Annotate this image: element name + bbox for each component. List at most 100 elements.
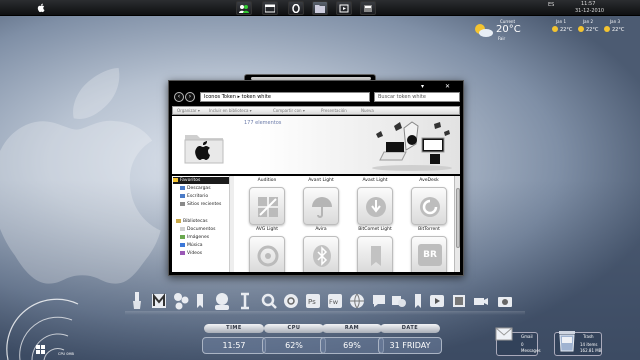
globe-icon[interactable] xyxy=(349,292,365,310)
breadcrumb-current[interactable]: token white xyxy=(242,94,271,100)
forward-button[interactable]: › xyxy=(185,92,195,102)
users-icon xyxy=(239,5,249,13)
media-player-icon[interactable] xyxy=(429,292,445,310)
cpu-gauge: CPU 62% xyxy=(262,324,326,356)
nav-recent[interactable]: Sitios recientes xyxy=(180,201,221,208)
explorer-taskbar-button[interactable] xyxy=(312,1,328,15)
navigation-pane: Favoritos Descargas Escritorio Sitios re… xyxy=(172,176,234,272)
nav-favorites[interactable]: Favoritos xyxy=(173,177,229,184)
forecast-temp-1: 22°C xyxy=(560,27,573,33)
clock-time: 11:57 xyxy=(581,1,596,7)
trash-title: Trash xyxy=(583,334,594,339)
file-tile-row3-4[interactable]: BR xyxy=(411,236,447,272)
nav-videos[interactable]: Vídeos xyxy=(180,250,202,257)
apple-menu-icon[interactable] xyxy=(36,2,47,14)
shapes-icon[interactable] xyxy=(391,292,407,310)
file-tile-row3-1[interactable] xyxy=(249,236,285,272)
bookmark-icon[interactable] xyxy=(413,292,423,310)
date-gauge-label: DATE xyxy=(380,324,440,333)
dock: Ps Fw xyxy=(125,292,525,314)
brush-icon[interactable] xyxy=(129,292,145,310)
contacts-taskbar-button[interactable] xyxy=(236,1,252,15)
file-tile-row3-2[interactable] xyxy=(303,236,339,272)
app-taskbar-button[interactable] xyxy=(360,1,376,15)
file-tile-avira[interactable] xyxy=(303,187,339,225)
forecast-day-1: Jan 1 xyxy=(556,19,566,24)
slideshow-button[interactable]: Presentación xyxy=(321,108,347,113)
organize-menu[interactable]: Organizar ▾ xyxy=(177,108,200,113)
time-gauge-label: TIME xyxy=(204,324,264,333)
close-button[interactable]: ✕ xyxy=(445,83,450,90)
address-bar[interactable]: Iconos Token ▸ token white xyxy=(200,92,370,102)
gmail-widget[interactable]: Gmail 0 Messages xyxy=(495,327,541,356)
windows-start-icon[interactable] xyxy=(36,345,46,355)
back-button[interactable]: ‹ xyxy=(174,92,184,102)
opera-taskbar-button[interactable] xyxy=(288,1,304,15)
explorer-body: Favoritos Descargas Escritorio Sitios re… xyxy=(172,176,460,272)
window-icon xyxy=(265,4,275,13)
text-cursor-icon[interactable] xyxy=(239,292,251,310)
forecast-temp-2: 22°C xyxy=(586,27,599,33)
video-camera-icon[interactable] xyxy=(473,292,489,310)
network-icon[interactable] xyxy=(173,292,189,310)
breadcrumb-root[interactable]: Iconos Token xyxy=(204,94,236,100)
envelope-icon xyxy=(495,327,513,341)
camera-icon[interactable] xyxy=(497,292,513,310)
search-input[interactable]: Buscar token white xyxy=(374,92,460,102)
maxthon-icon[interactable] xyxy=(151,292,167,310)
search-icon[interactable] xyxy=(261,292,277,310)
fireworks-icon[interactable]: Fw xyxy=(327,292,343,310)
gmail-count: 0 xyxy=(521,342,524,347)
file-label-avast-light[interactable]: Avast Light xyxy=(350,178,400,183)
command-toolbar: Organizar ▾ Incluir en biblioteca ▾ Comp… xyxy=(172,106,460,115)
app-icon[interactable] xyxy=(451,292,467,310)
svg-text:Fw: Fw xyxy=(329,298,339,306)
nav-music[interactable]: Música xyxy=(180,242,203,249)
file-label-bitcomet-light[interactable]: BitComet Light xyxy=(350,227,400,232)
ram-gauge-value: 69% xyxy=(320,337,384,354)
file-label-avira[interactable]: Avira xyxy=(296,227,346,232)
messenger-icon[interactable] xyxy=(211,292,233,310)
file-label-audition[interactable]: Audition xyxy=(242,178,292,183)
file-label-avant-light[interactable]: Avant Light xyxy=(296,178,346,183)
nav-images[interactable]: Imágenes xyxy=(180,234,209,241)
photoshop-icon[interactable]: Ps xyxy=(305,292,321,310)
nav-libraries[interactable]: Bibliotecas xyxy=(176,218,208,225)
email-at-icon[interactable] xyxy=(283,292,299,310)
file-tile-row3-3[interactable] xyxy=(357,236,393,272)
app-icon xyxy=(364,5,372,12)
media-taskbar-button[interactable] xyxy=(336,1,352,15)
file-label-avedesk[interactable]: AveDesk xyxy=(404,178,454,183)
file-tile-bittorrent[interactable] xyxy=(411,187,447,225)
language-indicator[interactable]: ES xyxy=(548,2,554,8)
wheel-icon xyxy=(257,245,279,267)
umbrella-icon xyxy=(312,197,332,218)
weather-temp: 20°C xyxy=(496,24,521,35)
trash-size: 162.81 MB xyxy=(580,348,602,353)
folder-taskbar-button[interactable] xyxy=(262,1,278,15)
gmail-title: Gmail xyxy=(521,334,533,339)
minimize-button[interactable]: ▾ xyxy=(421,83,424,90)
sunny-icon xyxy=(552,26,558,32)
scrollbar-thumb[interactable] xyxy=(456,188,460,248)
chat-bubble-icon[interactable] xyxy=(371,292,387,310)
file-label-avg-light[interactable]: AVG Light xyxy=(242,227,292,232)
nav-downloads[interactable]: Descargas xyxy=(180,185,211,192)
trash-widget[interactable]: Trash 14 items 162.81 MB xyxy=(554,331,602,356)
breadcrumb-separator: ▸ xyxy=(237,94,241,100)
file-tile-bitcomet-light[interactable] xyxy=(357,187,393,225)
nav-desktop[interactable]: Escritorio xyxy=(180,193,208,200)
file-label-bittorrent[interactable]: BitTorrent xyxy=(404,227,454,232)
bookmark-icon xyxy=(371,246,381,266)
clock-date: 31-12-2010 xyxy=(575,8,605,14)
opera-icon xyxy=(292,4,300,13)
sunny-icon xyxy=(604,26,610,32)
file-tile-avg-light[interactable] xyxy=(249,187,285,225)
bookmark-icon[interactable] xyxy=(195,292,205,310)
nav-documents[interactable]: Documentos xyxy=(180,226,215,233)
ram-gauge-label: RAM xyxy=(322,324,382,333)
file-scrollbar[interactable] xyxy=(454,176,460,272)
include-library-menu[interactable]: Incluir en biblioteca ▾ xyxy=(209,108,252,113)
new-folder-button[interactable]: Nueva xyxy=(361,108,374,113)
share-menu[interactable]: Compartir con ▾ xyxy=(273,108,305,113)
